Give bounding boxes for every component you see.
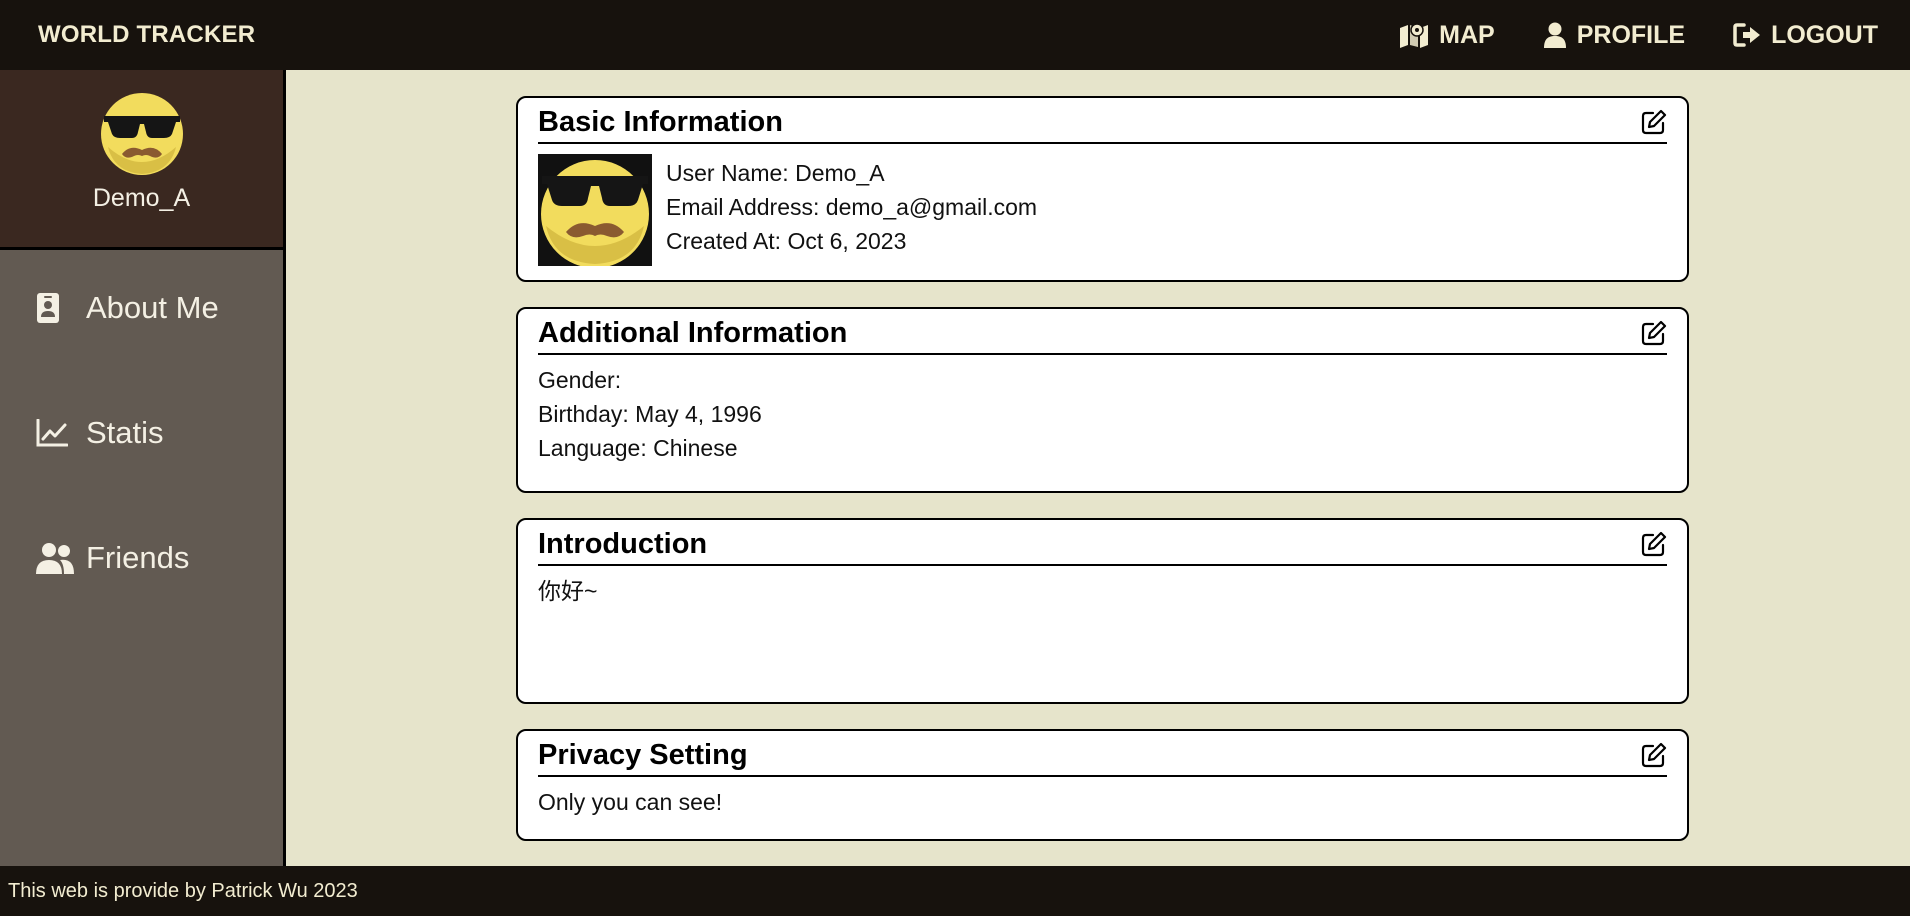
sidebar-item-label: Statis [86,415,164,450]
sidebar-item-label: Friends [86,540,190,575]
id-badge-icon [37,293,59,323]
brand-logo[interactable]: WORLD TRACKER [38,21,255,49]
avatar-image [538,154,652,266]
card-privacy-setting: Privacy Setting Only you can see! [516,729,1689,841]
sidebar: Demo_A About Me Statis Friends [0,70,286,866]
card-title: Privacy Setting [538,738,748,771]
card-introduction: Introduction 你好~ [516,518,1689,704]
sidebar-user-name: Demo_A [92,184,191,212]
top-navbar: WORLD TRACKER MAP PROFILE LOGOUT [0,0,1910,70]
user-name-text: User Name: Demo_A [666,160,885,186]
edit-privacy-button[interactable] [1641,742,1667,768]
top-nav: MAP PROFILE LOGOUT [1351,21,1878,50]
footer: This web is provide by Patrick Wu 2023 [0,866,1910,916]
edit-icon [1641,109,1667,135]
nav-profile-link[interactable]: PROFILE [1543,21,1685,50]
card-body: User Name: Demo_A Email Address: demo_a@… [538,144,1667,266]
nav-logout-label: LOGOUT [1771,20,1878,49]
card-body: Gender: Birthday: May 4, 1996 Language: … [538,355,1667,465]
edit-icon [1641,742,1667,768]
card-title: Basic Information [538,105,783,138]
card-additional-information: Additional Information Gender: Birthday:… [516,307,1689,493]
map-icon [1400,23,1429,48]
edit-introduction-button[interactable] [1641,531,1667,557]
edit-icon [1641,531,1667,557]
avatar[interactable] [100,92,184,176]
nav-logout-link[interactable]: LOGOUT [1733,21,1878,50]
nav-map-link[interactable]: MAP [1399,21,1495,50]
sidebar-item-statis[interactable]: Statis [36,415,164,451]
edit-additional-button[interactable] [1641,320,1667,346]
birthday-text: Birthday: May 4, 1996 [538,401,762,427]
gender-text: Gender: [538,367,622,393]
created-at-text: Created At: Oct 6, 2023 [666,228,907,254]
logout-icon [1733,23,1761,47]
edit-basic-button[interactable] [1641,109,1667,135]
language-text: Language: Chinese [538,435,738,461]
nav-map-label: MAP [1439,20,1495,49]
users-icon [36,543,74,574]
card-header: Privacy Setting [538,731,1667,777]
card-body: Only you can see! [538,777,1667,819]
user-icon [1543,22,1566,48]
footer-text: This web is provide by Patrick Wu 2023 [8,879,358,902]
card-body: 你好~ [538,566,1667,608]
card-basic-information: Basic Information User Name: Demo_A Emai… [516,96,1689,282]
sidebar-item-label: About Me [86,290,219,325]
sidebar-profile: Demo_A [0,70,283,250]
card-header: Introduction [538,520,1667,566]
card-header: Basic Information [538,98,1667,144]
privacy-text: Only you can see! [538,789,723,815]
sidebar-item-about-me[interactable]: About Me [36,290,219,326]
email-text: Email Address: demo_a@gmail.com [666,194,1038,220]
line-chart-icon [36,419,68,447]
nav-profile-label: PROFILE [1576,20,1686,49]
edit-icon [1641,320,1667,346]
card-title: Introduction [538,527,708,560]
introduction-text: 你好~ [538,578,598,604]
profile-picture[interactable] [538,154,652,266]
sidebar-item-friends[interactable]: Friends [36,540,189,576]
card-header: Additional Information [538,309,1667,355]
card-title: Additional Information [538,316,848,349]
